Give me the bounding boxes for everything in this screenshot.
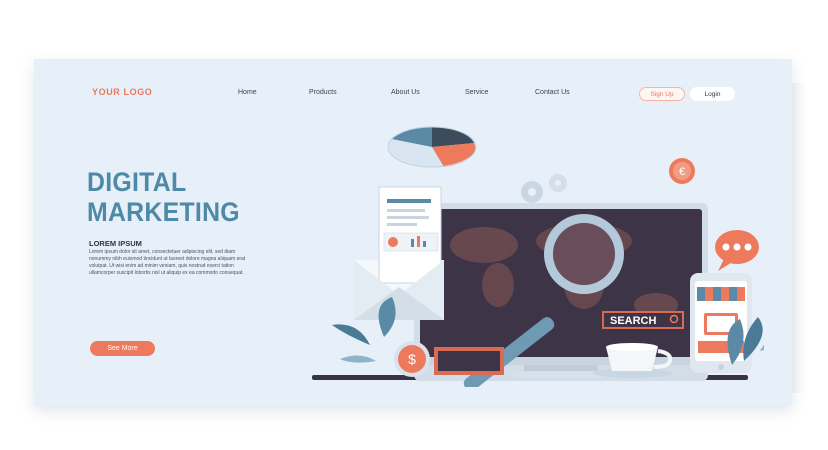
logo[interactable]: YOUR LOGO: [92, 87, 152, 97]
digital-marketing-illustration: € SEARCH $: [312, 126, 764, 387]
nav-home[interactable]: Home: [238, 89, 257, 96]
nav-products[interactable]: Products: [309, 89, 337, 96]
search-label: SEARCH: [610, 315, 657, 327]
login-button[interactable]: Login: [690, 87, 735, 101]
nav-service[interactable]: Service: [465, 89, 488, 96]
nav-about-us[interactable]: About Us: [391, 89, 420, 96]
hero-title: DIGITAL MARKETING: [87, 167, 240, 227]
landing-page-card: YOUR LOGO Home Products About Us Service…: [34, 59, 806, 405]
euro-symbol: €: [679, 166, 685, 178]
search-bar: SEARCH: [602, 311, 684, 329]
sub-heading: LOREM IPSUM: [89, 239, 142, 248]
signup-button[interactable]: Sign Up: [639, 87, 685, 101]
dollar-coin-icon: $: [394, 341, 430, 377]
nav-contact-us[interactable]: Contact Us: [535, 89, 570, 96]
euro-coin-icon: €: [669, 158, 695, 184]
envelope-icon: [354, 186, 444, 320]
smartphone: [690, 273, 752, 373]
pie-chart-icon: [387, 126, 477, 168]
books: [434, 347, 504, 375]
chat-bubble-icon: [715, 230, 759, 271]
gear-icon: [521, 174, 567, 203]
hero-title-line2: MARKETING: [87, 197, 240, 227]
dollar-symbol: $: [408, 351, 416, 367]
hero-title-line1: DIGITAL: [87, 167, 187, 197]
see-more-button[interactable]: See More: [90, 341, 155, 356]
body-text: Lorem ipsum dolor sit amet, consectetuer…: [89, 249, 246, 276]
